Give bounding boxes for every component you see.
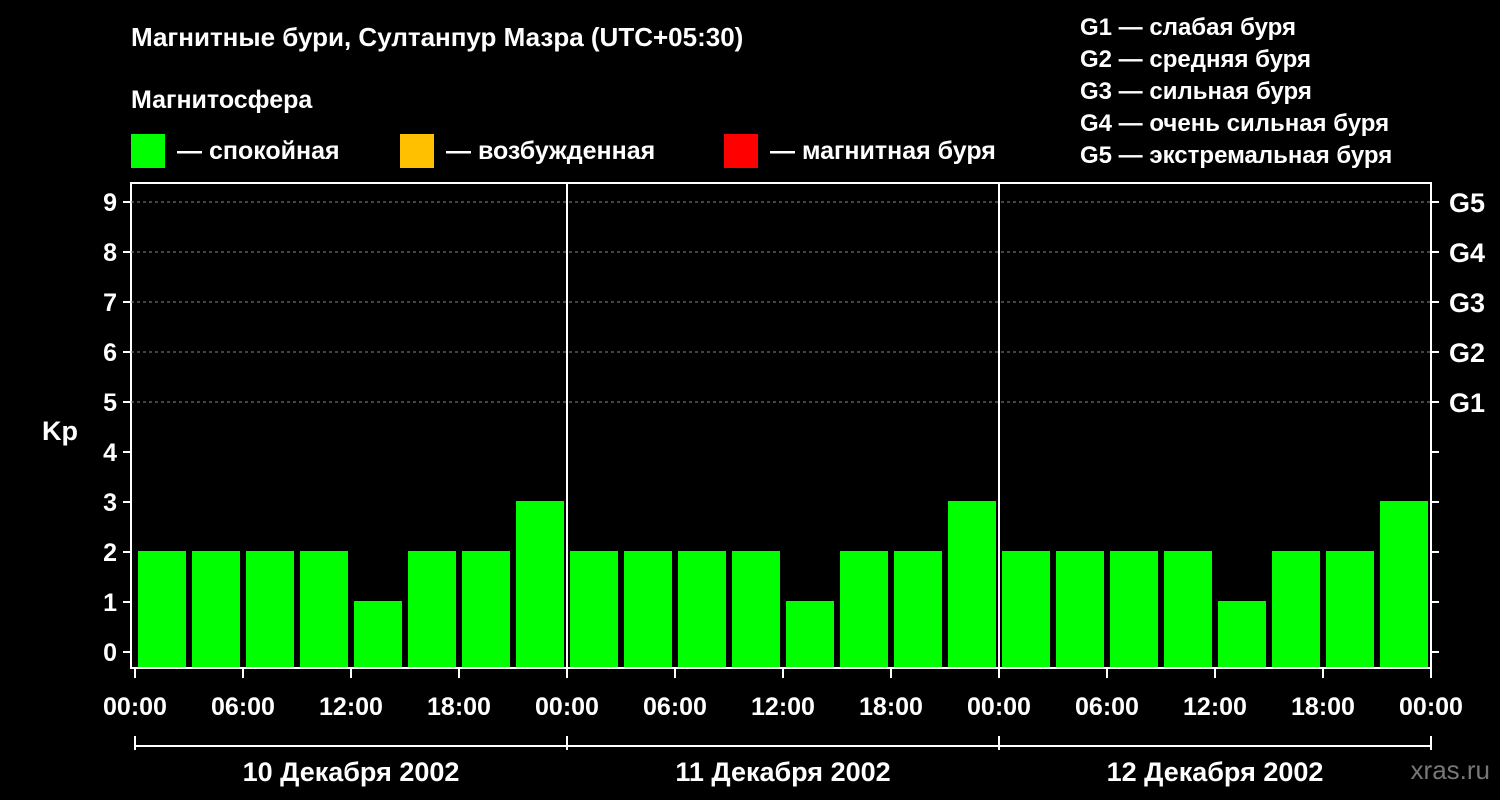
x-tick-label: 00:00 xyxy=(1399,693,1463,721)
day-label: 12 Декабря 2002 xyxy=(1107,757,1324,787)
bar-14 xyxy=(894,551,942,667)
y-tick-label: 0 xyxy=(103,639,117,667)
bar-3 xyxy=(300,551,348,667)
bar-15 xyxy=(948,501,996,667)
y-tick-label: 6 xyxy=(103,339,117,367)
bar-22 xyxy=(1326,551,1374,667)
bar-19 xyxy=(1164,551,1212,667)
bar-4 xyxy=(354,601,402,667)
bar-1 xyxy=(192,551,240,667)
bar-11 xyxy=(732,551,780,667)
bar-5 xyxy=(408,551,456,667)
y-tick-label: 8 xyxy=(103,239,117,267)
y-tick-label: 4 xyxy=(103,439,117,467)
y-tick-label: 9 xyxy=(103,189,117,217)
g-level-label: G5 xyxy=(1449,188,1485,218)
day-label: 11 Декабря 2002 xyxy=(675,757,890,787)
bar-7 xyxy=(516,501,564,667)
watermark: xras.ru xyxy=(1410,755,1490,785)
y-tick-label: 2 xyxy=(103,539,117,567)
x-tick-label: 18:00 xyxy=(1291,693,1355,721)
day-label: 10 Декабря 2002 xyxy=(243,757,460,787)
g-level-label: G3 xyxy=(1449,288,1485,318)
g-level-label: G1 xyxy=(1449,388,1485,418)
bar-8 xyxy=(570,551,618,667)
y-axis-label: Kp xyxy=(42,416,78,446)
x-tick-label: 06:00 xyxy=(211,693,275,721)
y-tick-label: 7 xyxy=(103,289,117,317)
x-tick-label: 06:00 xyxy=(643,693,707,721)
bar-20 xyxy=(1218,601,1266,667)
x-tick-label: 00:00 xyxy=(535,693,599,721)
bar-13 xyxy=(840,551,888,667)
bar-2 xyxy=(246,551,294,667)
bar-21 xyxy=(1272,551,1320,667)
x-tick-label: 12:00 xyxy=(1183,693,1247,721)
bar-12 xyxy=(786,601,834,667)
bar-10 xyxy=(678,551,726,667)
g-level-label: G4 xyxy=(1449,238,1485,268)
x-tick-label: 12:00 xyxy=(751,693,815,721)
bar-23 xyxy=(1380,501,1428,667)
bar-16 xyxy=(1002,551,1050,667)
x-tick-label: 12:00 xyxy=(319,693,383,721)
bar-0 xyxy=(138,551,186,667)
x-tick-label: 18:00 xyxy=(427,693,491,721)
bar-9 xyxy=(624,551,672,667)
x-tick-label: 06:00 xyxy=(1075,693,1139,721)
g-level-label: G2 xyxy=(1449,338,1485,368)
y-tick-label: 3 xyxy=(103,489,117,517)
bar-6 xyxy=(462,551,510,667)
bar-17 xyxy=(1056,551,1104,667)
kp-chart: 0 1 2 3 4 5 6 7 8 9 G1 G2 G3 G4 G5 Kp 00:00 06:00 12:00 18:… xyxy=(42,182,1485,787)
x-tick-label: 00:00 xyxy=(103,693,167,721)
y-tick-label: 1 xyxy=(103,589,117,617)
x-tick-label: 18:00 xyxy=(859,693,923,721)
bar-18 xyxy=(1110,551,1158,667)
y-tick-label: 5 xyxy=(103,389,117,417)
x-tick-label: 00:00 xyxy=(967,693,1031,721)
